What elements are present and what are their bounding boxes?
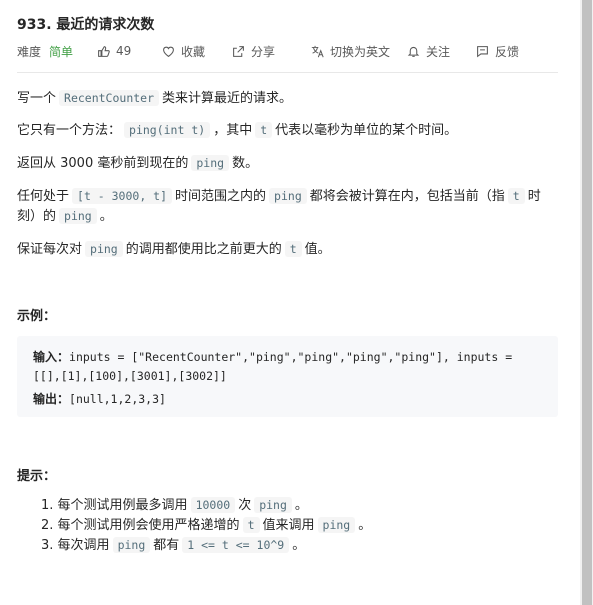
inline-code: 1 <= t <= 10^9: [182, 537, 290, 553]
desc-paragraph-4-line-1: 任何处于 [t - 3000, t] 时间范围之内的 ping 都将会被计算在内，包括当…: [17, 186, 541, 207]
thumbs-up-icon: [98, 45, 110, 57]
follow-label: 关注: [426, 44, 451, 59]
follow-button[interactable]: 关注: [407, 42, 450, 60]
translate-icon: [311, 45, 324, 57]
favorite-label: 收藏: [181, 44, 206, 59]
text: 次: [238, 498, 252, 513]
text: 任何处于: [17, 189, 70, 204]
example-input-value: inputs = ["RecentCounter","ping","ping",…: [69, 350, 513, 364]
desc-paragraph-4-line-2: 刻）的 ping。: [17, 206, 113, 227]
text: ，其中: [213, 123, 253, 138]
like-count: 49: [116, 44, 132, 58]
text: 时: [527, 189, 541, 204]
text: 每个测试用例最多调用: [57, 498, 188, 513]
inline-code: [t - 3000, t]: [72, 188, 173, 204]
example-heading: 示例：: [17, 309, 57, 324]
text: 都将会被计算在内，包括当前（指: [309, 189, 505, 204]
text: 代表以毫秒为单位的某个时间。: [275, 123, 458, 138]
inline-code: t: [284, 241, 302, 257]
text: 都有: [153, 538, 180, 553]
text: 刻）的: [17, 209, 57, 224]
text: 值来调用: [262, 518, 315, 533]
example-block: 输入：inputs = ["RecentCounter","ping","pin…: [17, 336, 558, 417]
text: 。: [294, 498, 308, 513]
list-number: 1.: [41, 498, 54, 513]
inline-code: ping: [191, 155, 230, 171]
desc-paragraph-1: 写一个 RecentCounter 类来计算最近的请求。: [17, 88, 292, 109]
desc-paragraph-5: 保证每次对 ping 的调用都使用比之前更大的 t 值。: [17, 239, 331, 260]
feedback-button[interactable]: 反馈: [476, 42, 519, 60]
text: 类来计算最近的请求。: [162, 91, 293, 106]
text: 。: [292, 538, 306, 553]
inline-code: ping: [254, 497, 292, 513]
inline-code: ping: [112, 537, 151, 553]
inline-code: t: [255, 122, 273, 138]
problem-title: 933. 最近的请求次数: [17, 17, 155, 33]
desc-paragraph-2: 它只有一个方法： ping(int t) ，其中 t 代表以毫秒为单位的某个时间。: [17, 120, 457, 141]
text: 值。: [304, 242, 331, 257]
hint-item-2: 2. 每个测试用例会使用严格递增的 t 值来调用 ping。: [41, 515, 371, 536]
inline-code: 10000: [190, 497, 236, 513]
desc-paragraph-3: 返回从 3000 毫秒前到现在的 ping 数。: [17, 153, 258, 174]
inline-code: t: [507, 188, 525, 204]
inline-code: RecentCounter: [59, 90, 160, 106]
text: 它只有一个方法：: [17, 123, 122, 138]
inline-code: t: [242, 517, 260, 533]
difficulty-label: 难度: [17, 44, 42, 59]
hints-heading: 提示：: [17, 469, 57, 484]
example-output-label: 输出：: [33, 392, 70, 406]
share-icon: [233, 45, 244, 57]
hint-item-3: 3. 每次调用 ping 都有 1 <= t <= 10^9。: [41, 535, 305, 556]
text: 保证每次对: [17, 242, 83, 257]
text: 每个测试用例会使用严格递增的: [57, 518, 240, 533]
scrollbar-thumb[interactable]: [582, 0, 592, 605]
like-button[interactable]: 49: [97, 42, 131, 60]
text: 返回从 3000 毫秒前到现在的: [17, 156, 189, 171]
example-input-line-1: 输入：inputs = ["RecentCounter","ping","pin…: [33, 348, 512, 365]
heart-icon: [163, 46, 174, 57]
feedback-icon: [477, 45, 488, 57]
inline-code: ping: [59, 208, 97, 224]
text: 每次调用: [57, 538, 110, 553]
inline-code: ping: [269, 188, 307, 204]
bell-icon: [407, 46, 420, 57]
switch-language-button[interactable]: 切换为英文: [311, 42, 390, 60]
feedback-label: 反馈: [495, 44, 520, 59]
share-button[interactable]: 分享: [232, 42, 275, 60]
text: 时间范围之内的: [175, 189, 267, 204]
share-label: 分享: [251, 44, 276, 59]
inline-code: ping(int t): [124, 122, 211, 138]
hint-item-1: 1. 每个测试用例最多调用 10000 次 ping。: [41, 495, 308, 516]
text: 数。: [232, 156, 259, 171]
divider: [17, 72, 558, 73]
difficulty-badge: 简单: [49, 44, 74, 59]
example-input-line-2: [[],[1],[100],[3001],[3002]]: [33, 369, 227, 383]
example-output-value: [null,1,2,3,3]: [69, 392, 166, 406]
difficulty: 难度 简单: [17, 42, 73, 60]
switch-language-label: 切换为英文: [330, 44, 391, 59]
list-number: 3.: [41, 538, 54, 553]
list-number: 2.: [41, 518, 54, 533]
text: 写一个: [17, 91, 57, 106]
text: 的调用都使用比之前更大的: [125, 242, 282, 257]
example-output-line: 输出：[null,1,2,3,3]: [33, 390, 166, 407]
inline-code: ping: [317, 517, 356, 533]
inline-code: ping: [85, 241, 123, 257]
example-input-label: 输入：: [33, 350, 70, 364]
favorite-button[interactable]: 收藏: [162, 42, 205, 60]
problem-toolbar: 难度 简单 49 收藏 分享 切换为英文 关注 反馈: [17, 42, 558, 60]
text: 。: [358, 518, 372, 533]
text: 。: [99, 209, 113, 224]
